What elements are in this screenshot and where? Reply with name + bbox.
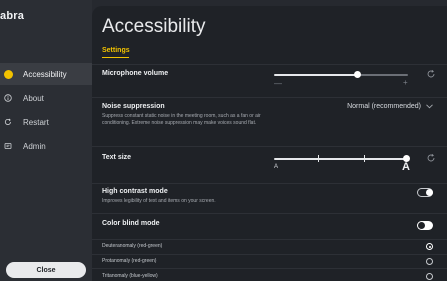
noise-suppression-dropdown[interactable]: Normal (recommended): [347, 103, 433, 110]
divider: [92, 146, 447, 147]
sidebar-item-restart[interactable]: Restart: [0, 111, 92, 133]
noise-suppression-description: Suppress constant static noise in the me…: [102, 113, 261, 126]
admin-icon: [0, 142, 17, 150]
text-size-track[interactable]: [274, 158, 406, 160]
high-contrast-toggle[interactable]: [417, 188, 433, 197]
divider: [92, 64, 447, 65]
info-icon: [0, 94, 17, 102]
divider: [92, 268, 447, 269]
text-size-small-glyph: A: [274, 164, 279, 170]
radio-option-protanomaly[interactable]: Protanomaly (red-green): [102, 258, 156, 264]
dropdown-value: Normal (recommended): [347, 103, 421, 110]
divider: [92, 239, 447, 240]
divider: [92, 97, 447, 98]
page-title: Accessibility: [102, 16, 206, 37]
noise-suppression-label: Noise suppression: [102, 103, 165, 110]
volume-min-label: —: [274, 79, 282, 88]
radio-tritanomaly[interactable]: [426, 273, 433, 280]
microphone-volume-track[interactable]: [358, 74, 408, 76]
settings-panel: Accessibility Settings Microphone volume…: [92, 6, 447, 281]
accessibility-icon: [0, 69, 17, 79]
microphone-volume-label: Microphone volume: [102, 70, 169, 77]
radio-option-tritanomaly[interactable]: Tritanomaly (blue-yellow): [102, 273, 158, 279]
sidebar-item-label: About: [23, 93, 44, 103]
sidebar-item-label: Accessibility: [23, 69, 67, 79]
radio-protanomaly[interactable]: [426, 258, 433, 265]
divider: [92, 183, 447, 184]
radio-deuteranomaly[interactable]: [426, 243, 433, 250]
radio-option-deuteranomaly[interactable]: Deuteranomaly (red-green): [102, 243, 162, 249]
microphone-volume-thumb[interactable]: [354, 71, 361, 78]
toggle-knob: [418, 222, 425, 229]
high-contrast-label: High contrast mode: [102, 188, 168, 195]
sidebar-item-admin[interactable]: Admin: [0, 135, 92, 157]
restart-icon: [0, 118, 17, 126]
color-blind-label: Color blind mode: [102, 220, 160, 227]
volume-max-label: +: [403, 78, 408, 87]
toggle-knob: [426, 189, 433, 196]
sidebar-item-about[interactable]: About: [0, 87, 92, 109]
tab-underline: [102, 57, 129, 58]
brand-logo: abra: [0, 10, 25, 22]
reset-icon[interactable]: [426, 153, 436, 163]
sidebar-item-label: Admin: [23, 141, 46, 151]
chevron-down-icon: [426, 104, 433, 109]
text-size-label: Text size: [102, 154, 132, 161]
sidebar-item-label: Restart: [23, 117, 49, 127]
divider: [92, 254, 447, 255]
text-size-tick: [318, 155, 319, 162]
sidebar-item-accessibility[interactable]: Accessibility: [0, 63, 92, 85]
color-blind-toggle[interactable]: [417, 221, 433, 230]
tab-settings[interactable]: Settings: [102, 47, 130, 54]
reset-icon[interactable]: [426, 69, 436, 79]
close-button[interactable]: Close: [6, 262, 86, 278]
text-size-large-glyph: A: [402, 161, 410, 173]
high-contrast-description: Improves legibility of text and items on…: [102, 198, 216, 204]
text-size-tick: [364, 155, 365, 162]
sidebar: abra Accessibility About Restart Admin C…: [0, 0, 92, 281]
microphone-volume-track-filled[interactable]: [274, 74, 358, 76]
divider: [92, 213, 447, 214]
